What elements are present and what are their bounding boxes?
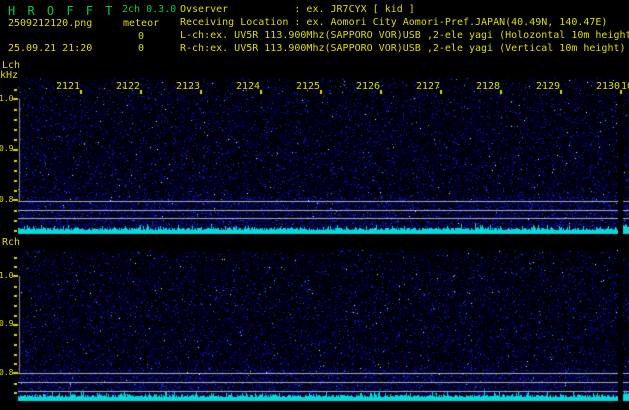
freq-label: 0.8 [0, 368, 14, 377]
freq-label: 0.8 [0, 195, 14, 204]
app-version: 2ch 0.3.0 [122, 4, 177, 15]
observer-line: Ovserver : ex. JR7CYX [ kid ] [180, 4, 415, 15]
time-label: 2130 [596, 81, 621, 92]
spectrogram-canvas [0, 0, 629, 410]
datetime-label: 25.09.21 21:20 [8, 43, 93, 54]
freq-label: 0.9 [0, 319, 14, 328]
time-label: 2127 [416, 81, 441, 92]
time-label: 2122 [116, 81, 141, 92]
lch-unit-label: kHz [0, 70, 19, 81]
time-label: 2128 [476, 81, 501, 92]
freq-label: 0.9 [0, 144, 14, 153]
time-label: 2129 [536, 81, 561, 92]
rch-channel-label: Rch [2, 237, 21, 248]
time-label: 2125 [296, 81, 321, 92]
freq-label: 1.0 [0, 94, 14, 103]
time-label-partial: 10 [621, 81, 629, 92]
time-label: 2124 [236, 81, 261, 92]
time-label: 2123 [176, 81, 201, 92]
app-title: H R O F F T [8, 4, 115, 18]
location-line: Receiving Location : ex. Aomori City Aom… [180, 17, 608, 28]
echo-count-1: 0 [137, 31, 144, 42]
rch-info-line: R-ch:ex. UV5R 113.900Mhz(SAPPORO VOR)USB… [180, 43, 626, 54]
freq-label: 1.0 [0, 271, 14, 280]
echo-count-2: 0 [137, 43, 144, 54]
mode-label: meteor [123, 18, 160, 29]
filename-label: 2509212120.png [8, 18, 93, 29]
lch-info-line: L-ch:ex. UV5R 113.900Mhz(SAPPORO VOR)USB… [180, 30, 629, 41]
time-label: 2126 [356, 81, 381, 92]
hrofft-screen: H R O F F T 2ch 0.3.0 2509212120.png met… [0, 0, 629, 410]
time-label: 2121 [56, 81, 81, 92]
